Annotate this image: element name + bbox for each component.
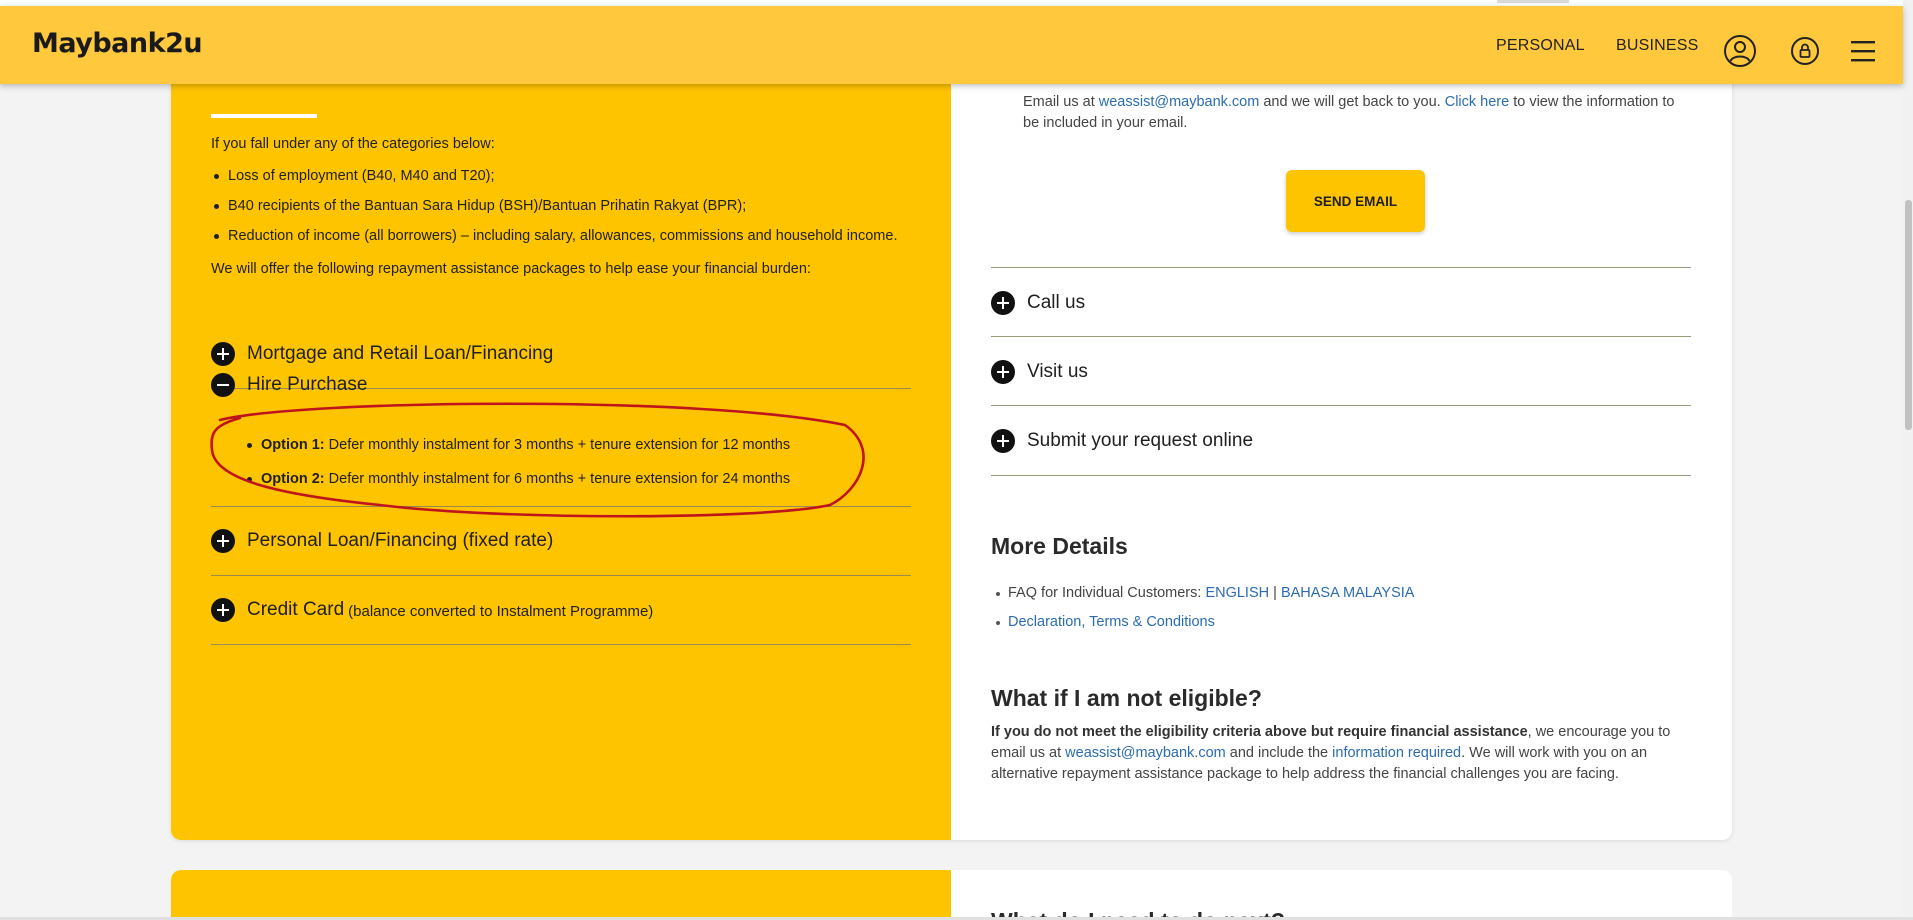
plus-circle-icon — [211, 529, 235, 553]
accordion-personal-loan[interactable]: Personal Loan/Financing (fixed rate) — [211, 507, 911, 576]
not-eligible-text: If you do not meet the eligibility crite… — [991, 722, 1691, 785]
category-item: B40 recipients of the Bantuan Sara Hidup… — [213, 198, 747, 214]
maybank2u-logo[interactable]: Maybank2u — [32, 28, 203, 59]
accordion-title: Mortgage and Retail Loan/Financing — [247, 343, 554, 364]
plus-circle-icon — [991, 290, 1015, 315]
category-item: Loss of employment (B40, M40 and T20); — [214, 168, 495, 184]
email-link[interactable]: weassist@maybank.com — [1099, 94, 1260, 110]
email-link[interactable]: weassist@maybank.com — [1065, 745, 1226, 761]
accordion-call-us[interactable]: Call us — [991, 267, 1691, 337]
option-text: Defer monthly instalment for 3 months + … — [324, 437, 791, 453]
faq-bahasa-link[interactable]: BAHASA MALAYSIA — [1281, 585, 1415, 601]
option-label: Option 2: — [261, 471, 325, 487]
plus-circle-icon — [211, 342, 235, 366]
user-circle-icon[interactable] — [1723, 34, 1757, 68]
lock-icon[interactable] — [1788, 34, 1822, 68]
not-eligible-bold: If you do not meet the eligibility crite… — [991, 724, 1528, 740]
offer-text: We will offer the following repayment as… — [211, 261, 811, 277]
accordion-subtitle: (balance converted to Instalment Program… — [348, 603, 654, 620]
accordion-title: Submit your request online — [1027, 429, 1254, 451]
email-instructions: Email us at weassist@maybank.com and we … — [1023, 92, 1683, 134]
hamburger-menu-icon[interactable] — [1846, 34, 1880, 68]
next-steps-left-panel — [171, 870, 951, 920]
faq-separator: | — [1269, 585, 1281, 601]
next-steps-card: What do I need to do next? — [171, 870, 1732, 920]
accordion-title: Call us — [1027, 291, 1086, 313]
accordion-title: Credit Card — [247, 599, 345, 620]
option-item: Option 2: Defer monthly instalment for 6… — [246, 471, 791, 487]
section-divider-bar — [211, 114, 317, 118]
option-text: Defer monthly instalment for 6 months + … — [324, 471, 791, 487]
scrollbar-thumb[interactable] — [1905, 200, 1912, 430]
accordion-title: Hire Purchase — [247, 374, 368, 395]
option-label: Option 1: — [261, 437, 325, 453]
text: Email us at — [1023, 94, 1099, 110]
faq-item: FAQ for Individual Customers: ENGLISH | … — [995, 585, 1415, 601]
accordion-title: Visit us — [1027, 360, 1088, 382]
declaration-item: Declaration, Terms & Conditions — [996, 614, 1215, 630]
more-details-heading: More Details — [991, 533, 1128, 559]
information-required-link[interactable]: information required — [1332, 745, 1461, 761]
plus-circle-icon — [211, 598, 235, 622]
accordion-title: Personal Loan/Financing (fixed rate) — [247, 530, 554, 551]
hire-purchase-options: Option 1: Defer monthly instalment for 3… — [211, 425, 911, 507]
nav-personal-link[interactable]: PERSONAL — [1496, 37, 1585, 55]
send-email-button[interactable]: SEND EMAIL — [1286, 170, 1425, 232]
accordion-divider — [991, 475, 1691, 476]
text: and include the — [1225, 745, 1333, 761]
faq-english-link[interactable]: ENGLISH — [1205, 585, 1269, 601]
faq-label: FAQ for Individual Customers: — [1008, 585, 1206, 601]
plus-circle-icon — [991, 428, 1015, 453]
nav-business-link[interactable]: BUSINESS — [1616, 37, 1699, 55]
page-scrollbar[interactable] — [1903, 0, 1913, 920]
accordion-submit-online[interactable]: Submit your request online — [991, 405, 1691, 475]
click-here-link[interactable]: Click here — [1445, 94, 1509, 110]
not-eligible-heading: What if I am not eligible? — [991, 685, 1262, 711]
site-header: Maybank2u PERSONAL BUSINESS — [0, 6, 1903, 84]
eligibility-intro: If you fall under any of the categories … — [211, 136, 495, 152]
plus-circle-icon — [991, 359, 1015, 384]
declaration-link[interactable]: Declaration, Terms & Conditions — [1008, 614, 1215, 630]
accordion-visit-us[interactable]: Visit us — [991, 336, 1691, 406]
option-item: Option 1: Defer monthly instalment for 3… — [246, 437, 791, 453]
eligibility-panel: If you fall under any of the categories … — [171, 60, 951, 840]
accordion-credit-card[interactable]: Credit Card (balance converted to Instal… — [211, 576, 911, 645]
text: and we will get back to you. — [1259, 94, 1445, 110]
top-strip-mark — [1497, 0, 1569, 3]
minus-circle-icon — [211, 373, 235, 397]
category-item: Reduction of income (all borrowers) – in… — [213, 228, 898, 244]
accordion-hire-purchase[interactable]: Hire Purchase — [211, 373, 367, 397]
